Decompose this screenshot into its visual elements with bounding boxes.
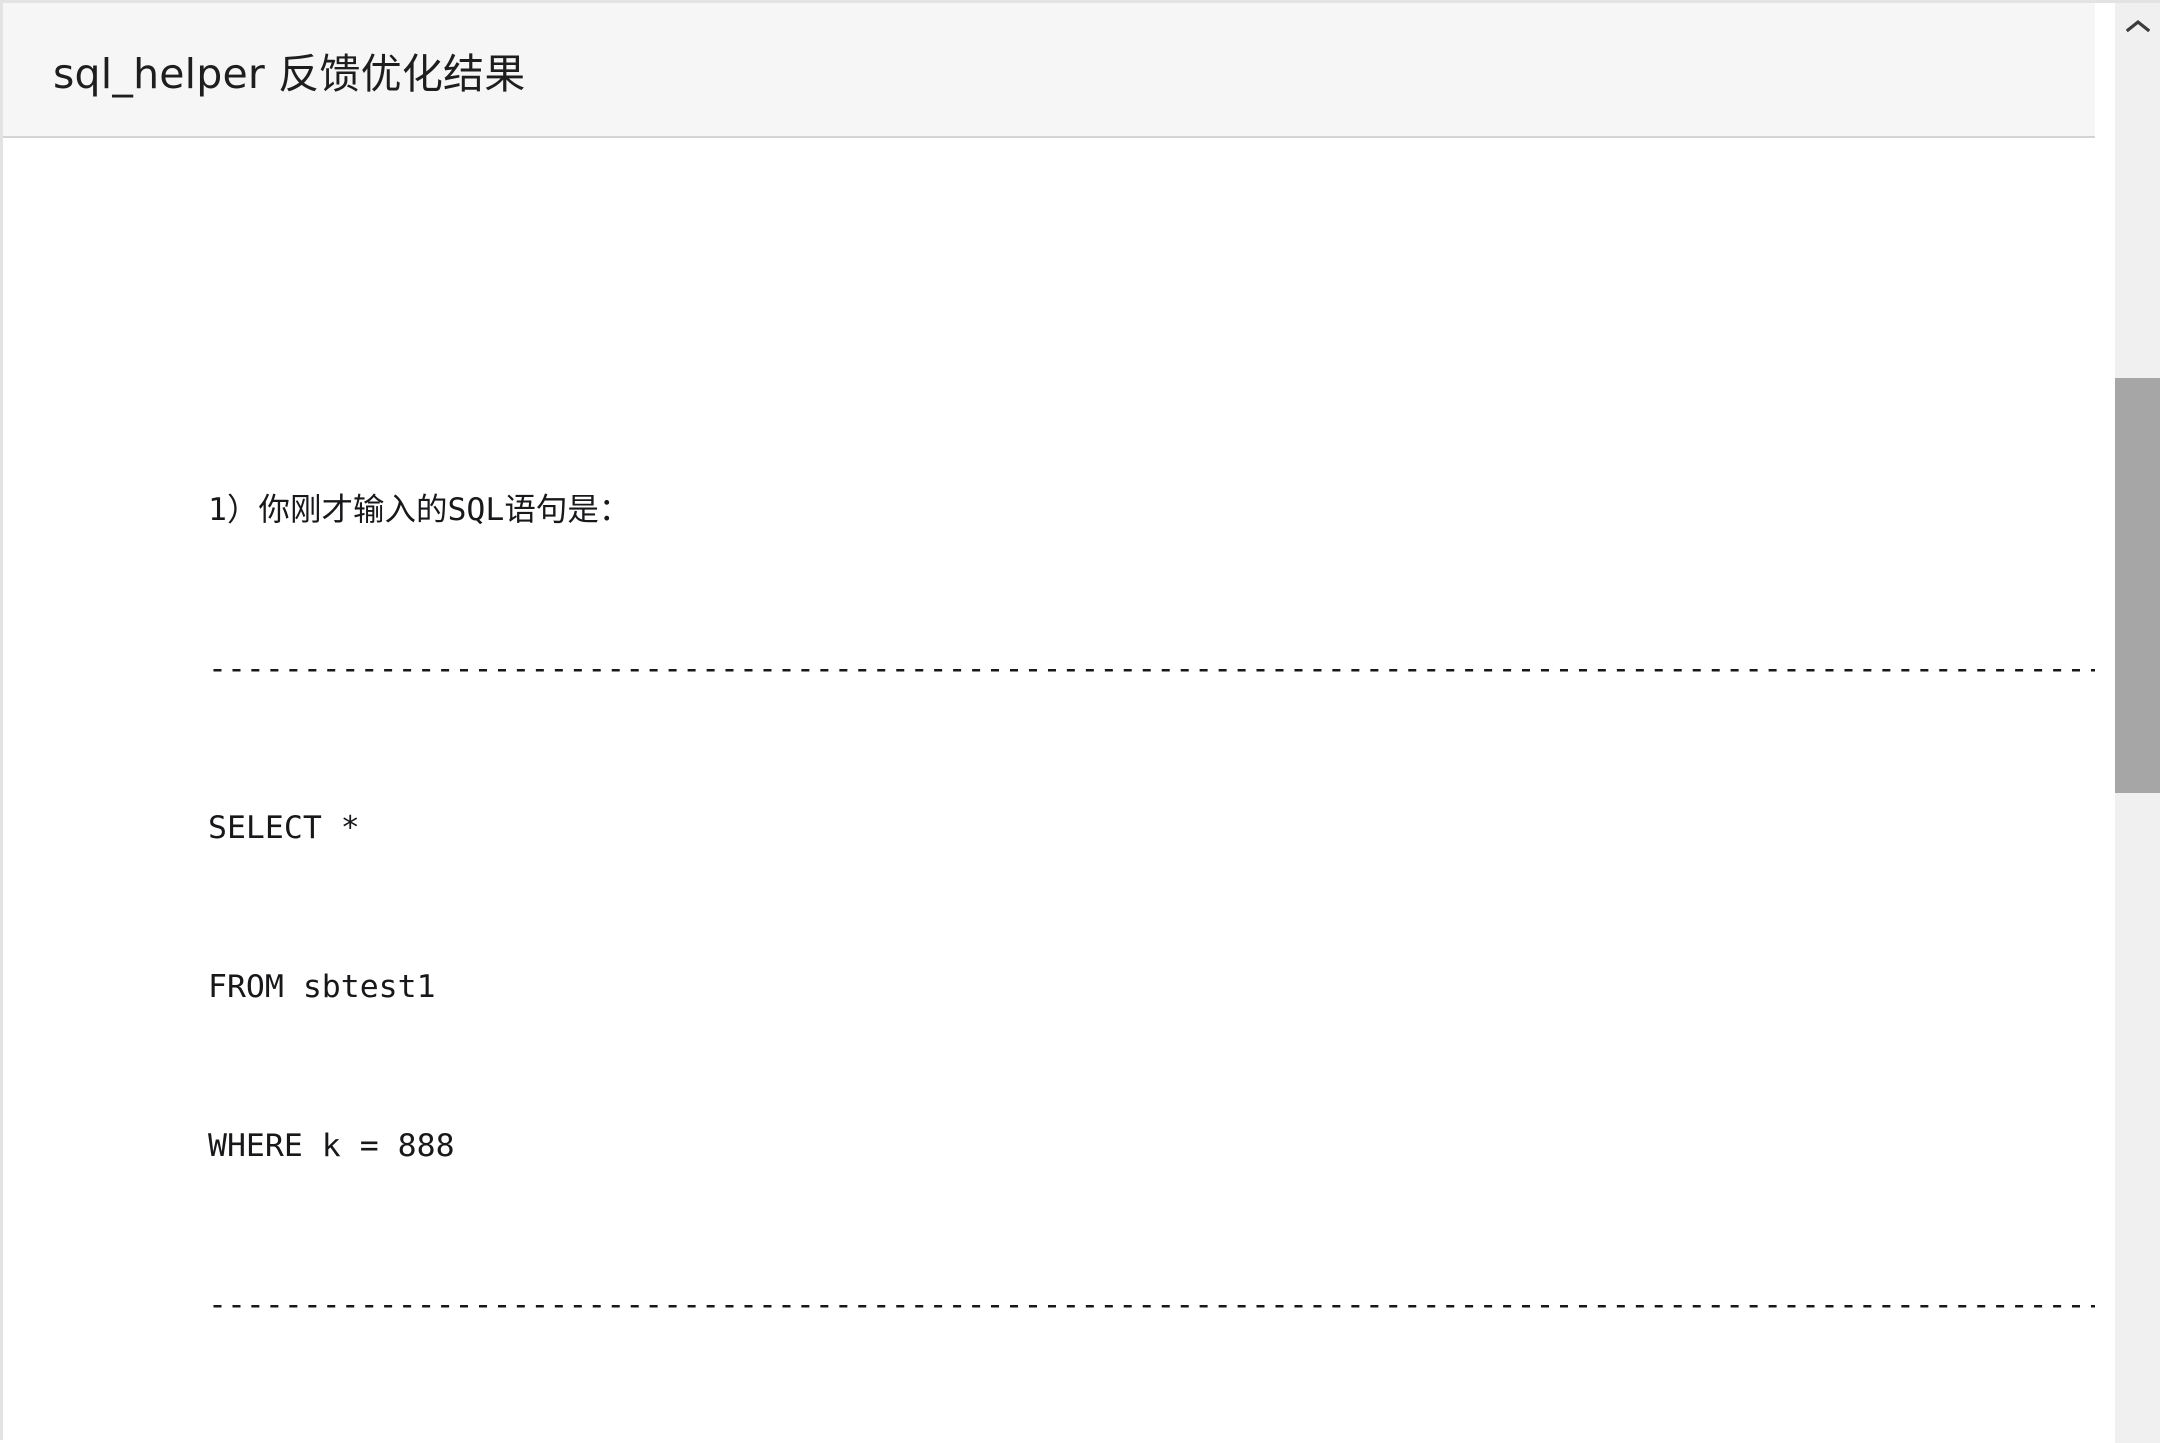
terminal-output-area[interactable]: 1）你刚才输入的SQL语句是： ------------------------… [3, 140, 2095, 1443]
scroll-up-button[interactable] [2115, 3, 2160, 48]
scrollbar-track-upper[interactable] [2115, 48, 2160, 378]
scrollbar-thumb[interactable] [2115, 378, 2160, 793]
sql-line-3: WHERE k = 888 [208, 1128, 455, 1164]
vertical-scrollbar[interactable] [2115, 3, 2160, 1443]
scrollbar-track-lower[interactable] [2115, 793, 2160, 1443]
page-title: sql_helper 反馈优化结果 [53, 49, 526, 98]
section-1-rule-top: ----------------------------------------… [208, 651, 2095, 687]
sql-line-2: FROM sbtest1 [208, 969, 436, 1005]
window-header: sql_helper 反馈优化结果 [3, 3, 2095, 138]
chevron-up-icon [2125, 19, 2150, 32]
section-1-rule-bottom: ----------------------------------------… [208, 1287, 2095, 1323]
output-text-block: 1）你刚才输入的SQL语句是： ------------------------… [3, 140, 2095, 1443]
sql-line-1: SELECT * [208, 810, 360, 846]
app-window: sql_helper 反馈优化结果 1）你刚才输入的SQL语句是： ------… [0, 0, 2160, 1443]
section-1-heading: 1）你刚才输入的SQL语句是： [208, 492, 631, 528]
